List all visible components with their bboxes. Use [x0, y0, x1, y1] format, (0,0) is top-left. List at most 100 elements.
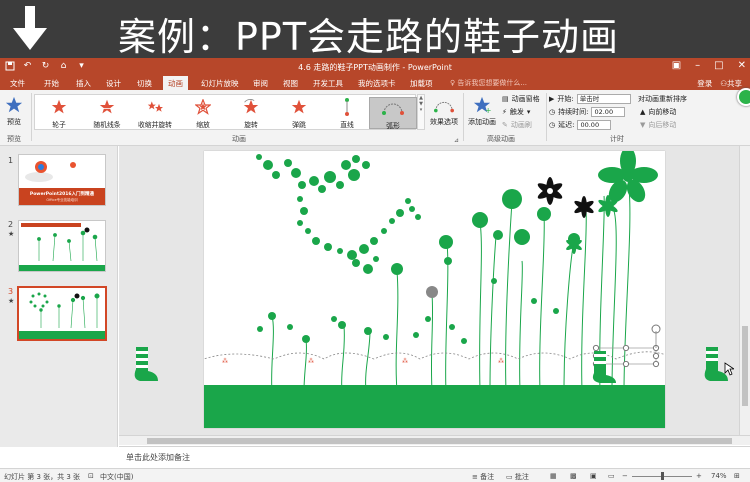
tab-review[interactable]: 审阅 [253, 78, 268, 89]
anim-wheel[interactable]: 轮子 [35, 97, 83, 129]
animation-star-marker: ★ [8, 230, 15, 238]
ribbon-display-icon[interactable]: ▣ [672, 60, 681, 71]
duration-spinner[interactable]: 02.00 [591, 107, 626, 117]
tab-developer[interactable]: 开发工具 [313, 78, 343, 89]
anim-random-bars[interactable]: 随机线条 [83, 97, 131, 129]
group-preview-label: 预览 [7, 135, 21, 143]
tab-slideshow[interactable]: 幻灯片放映 [201, 78, 239, 89]
login-link[interactable]: 登录 [697, 78, 712, 89]
slide-artwork: ⁂ ⁂ ⁂ ⁂ [125, 147, 726, 428]
gray-bud [426, 286, 438, 298]
notes-placeholder: 单击此处添加备注 [126, 453, 190, 462]
group-advanced-label: 高级动画 [487, 135, 515, 143]
effect-arc-icon [434, 101, 454, 113]
anim-shrink-turn[interactable]: 收缩并旋转 [131, 97, 179, 129]
duration-row: ◷ 持续时间: 02.00 [549, 107, 626, 117]
slideshow-view-icon[interactable]: ▭ [608, 472, 615, 480]
tab-addins[interactable]: 加载项 [410, 78, 433, 89]
tab-insert[interactable]: 插入 [76, 78, 91, 89]
anim-arcs[interactable]: 弧形 [369, 97, 417, 130]
share-button[interactable]: ⚇共享 [720, 78, 742, 89]
path-markers: ⁂ ⁂ ⁂ ⁂ [222, 358, 504, 365]
animation-pane-button[interactable]: ▤ 动画窗格 [502, 94, 540, 104]
arc-path-icon [382, 103, 404, 115]
reading-view-icon[interactable]: ▣ [590, 472, 597, 480]
ribbon-body: 预览 预览 轮子 随机线条 收缩并旋转 缩放 旋转 弹跳 直线 弧形 ▲ ▼ ▾… [0, 90, 750, 146]
slide-thumbnail-1[interactable]: PowerPoint2016入门到精通 Office专业技能培训 [18, 154, 106, 206]
tab-transitions[interactable]: 切换 [137, 78, 152, 89]
tab-design[interactable]: 设计 [106, 78, 121, 89]
move-later-button[interactable]: ▼ 向后移动 [640, 120, 676, 130]
trigger-button[interactable]: ⚡ 触发 ▾ [502, 107, 530, 117]
tell-me-box[interactable]: ♀ 告诉我您想要做什么... [450, 78, 527, 88]
tab-my-tab[interactable]: 我的选项卡 [358, 78, 396, 89]
window-controls: ▣ – □ ✕ [672, 60, 746, 71]
zoom-out-icon[interactable]: − [622, 472, 628, 480]
animation-gallery: 轮子 随机线条 收缩并旋转 缩放 旋转 弹跳 直线 弧形 [34, 94, 417, 130]
shrink-turn-star-icon [147, 101, 163, 112]
delay-spinner[interactable]: 00.00 [577, 120, 612, 130]
star-preview-icon [5, 96, 23, 113]
bounce-star-icon [291, 99, 307, 114]
tab-view[interactable]: 视图 [283, 78, 298, 89]
anim-spin[interactable]: 旋转 [227, 97, 275, 129]
vertical-scrollbar[interactable] [739, 146, 750, 435]
delay-clock-icon: ◷ [549, 121, 556, 129]
tab-home[interactable]: 开始 [44, 78, 59, 89]
thumbnail-3-art [19, 292, 105, 339]
dialog-launcher-icon[interactable]: ⊿ [454, 137, 459, 144]
slide-thumbnails-panel: 1 PowerPoint2016入门到精通 Office专业技能培训 2 ★ 3… [0, 146, 118, 447]
add-animation-star-icon: + [473, 96, 491, 114]
anim-zoom[interactable]: 缩放 [179, 97, 227, 129]
down-arrow-icon [13, 6, 47, 50]
svg-text:⁂: ⁂ [402, 358, 408, 365]
normal-view-icon[interactable]: ▦ [550, 472, 557, 480]
effect-options-button[interactable]: 效果选项 [426, 94, 462, 127]
language-status[interactable]: 中文(中国) [100, 472, 133, 482]
delay-row: ◷ 延迟: 00.00 [549, 120, 612, 130]
down-arrow-small-icon: ▼ [640, 121, 646, 129]
fit-slide-icon[interactable]: ⊞ [734, 472, 740, 480]
person-icon: ⚇ [720, 79, 727, 88]
divider [31, 93, 32, 141]
start-dropdown[interactable]: 单击时 [576, 94, 631, 104]
minimize-icon[interactable]: – [695, 60, 700, 71]
maximize-icon[interactable]: □ [714, 60, 723, 71]
svg-text:⁂: ⁂ [308, 358, 314, 365]
animation-pane-icon: ▤ [502, 95, 509, 103]
gallery-scroll[interactable]: ▲ ▼ ▾ [417, 94, 425, 130]
title-bar: ↶ ↻ ⌂ ▾ 4.6 走路的鞋子PPT动画制作 - PowerPoint ▣ … [0, 58, 750, 76]
slide-sorter-icon[interactable]: ▩ [570, 472, 577, 480]
tab-file[interactable]: 文件 [10, 78, 25, 89]
animation-painter-button[interactable]: ✎ 动画刷 [502, 120, 532, 130]
slide-thumbnail-2[interactable] [18, 220, 106, 272]
zoom-in-icon[interactable]: + [696, 472, 702, 480]
assistant-bubble-icon[interactable] [737, 88, 750, 106]
lightning-icon: ⚡ [502, 108, 507, 116]
slide-canvas[interactable]: ⁂ ⁂ ⁂ ⁂ [125, 147, 726, 428]
wheel-star-icon [51, 99, 67, 114]
horizontal-scrollbar[interactable] [119, 435, 750, 445]
group-animation-label: 动画 [232, 135, 246, 143]
zoom-slider-knob[interactable] [661, 472, 664, 480]
spellcheck-icon[interactable]: ⊡ [88, 472, 94, 480]
notes-toggle[interactable]: ≡ 备注 [472, 472, 494, 482]
zoom-level[interactable]: 74% [711, 472, 727, 480]
line-path-icon [345, 98, 349, 116]
mouse-cursor-icon [724, 362, 734, 376]
group-timing-label: 计时 [610, 135, 624, 143]
thumbnail-1-subtitle: Office专业技能培训 [46, 198, 78, 202]
preview-button[interactable]: 预览 [0, 94, 30, 127]
spin-star-icon [243, 99, 259, 114]
slide-thumbnail-3[interactable] [17, 286, 107, 341]
sock-start-offslide[interactable] [132, 345, 162, 385]
tab-animations[interactable]: 动画 [163, 76, 188, 90]
notes-pane[interactable]: 单击此处添加备注 [119, 446, 750, 468]
add-animation-button[interactable]: + 添加动画 [462, 94, 502, 127]
move-earlier-button[interactable]: ▲ 向前移动 [640, 107, 676, 117]
anim-bounce[interactable]: 弹跳 [275, 97, 323, 129]
comments-toggle[interactable]: ▭ 批注 [506, 472, 529, 482]
start-row: ▶ 开始: 单击时 [549, 94, 631, 104]
close-icon[interactable]: ✕ [738, 60, 746, 71]
anim-lines[interactable]: 直线 [323, 97, 371, 129]
